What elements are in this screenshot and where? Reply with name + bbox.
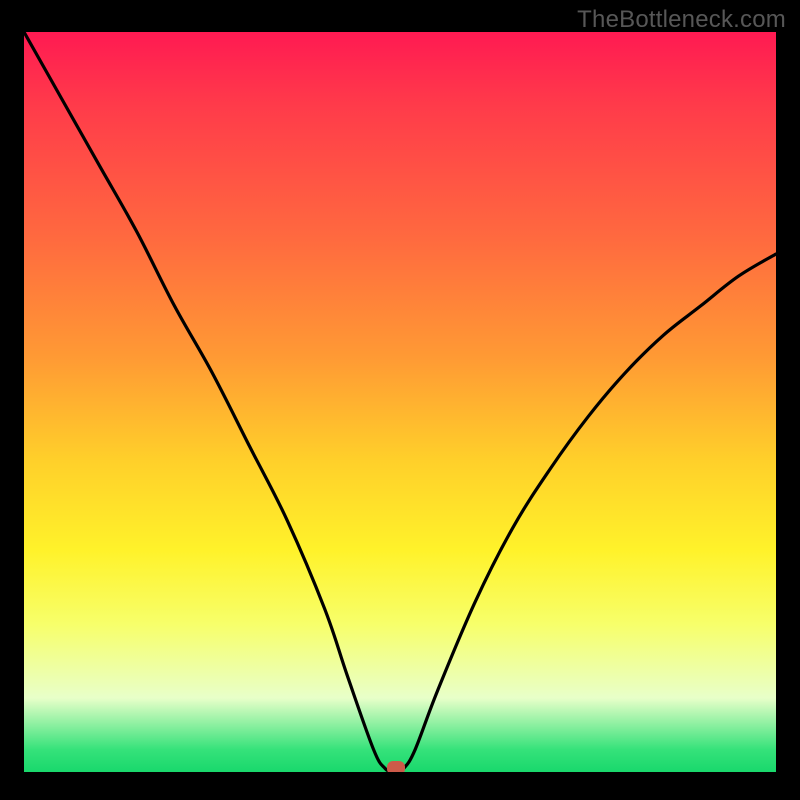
plot-area — [24, 32, 776, 772]
chart-frame: TheBottleneck.com — [0, 0, 800, 800]
bottleneck-curve-path — [24, 32, 776, 772]
minimum-marker — [387, 761, 405, 772]
watermark-text: TheBottleneck.com — [577, 6, 786, 34]
curve-svg — [24, 32, 776, 772]
